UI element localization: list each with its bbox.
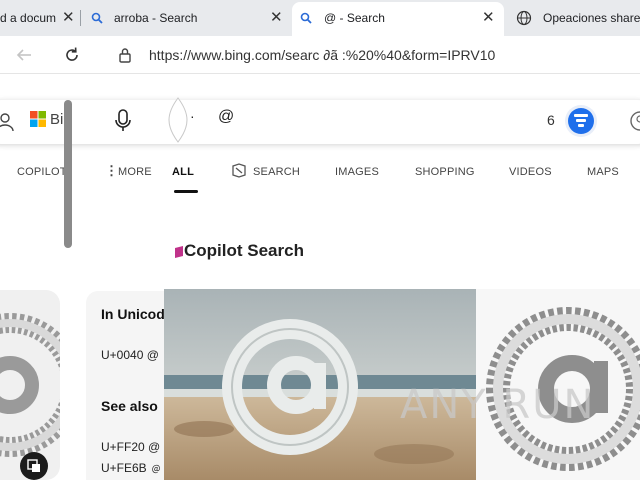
- tab-label: @ - Search: [324, 11, 385, 25]
- search-header: Bi · @ 6: [0, 96, 640, 146]
- nav-all[interactable]: ALL: [172, 166, 194, 178]
- refresh-icon[interactable]: [62, 45, 82, 65]
- nav-videos[interactable]: VIDEOS: [509, 166, 552, 178]
- search-input[interactable]: @: [218, 108, 234, 126]
- nav-images[interactable]: IMAGES: [335, 166, 379, 178]
- search-icon: [91, 12, 103, 24]
- unicode-line: U+FE6B ﹫: [101, 461, 163, 475]
- tab-opeaciones[interactable]: Opeaciones shared: [508, 3, 640, 33]
- tab-label: Opeaciones shared: [543, 11, 640, 25]
- unicode-line: U+FF20 @: [101, 440, 161, 454]
- watermark-text: ANY RUN: [400, 382, 596, 428]
- nav-more[interactable]: MORE: [118, 166, 152, 178]
- globe-icon: [516, 10, 532, 26]
- tab-strip: d a docum ✕ arroba - Search ✕ @ - Search…: [0, 0, 640, 36]
- feedback-icon: [27, 459, 40, 472]
- nav-maps[interactable]: MAPS: [587, 166, 619, 178]
- bing-logo-text: Bi: [50, 111, 64, 128]
- back-arrow-icon[interactable]: [14, 45, 34, 65]
- nav-active-indicator: [174, 190, 198, 193]
- scrollbar-thumb[interactable]: [64, 100, 72, 248]
- search-box: [0, 100, 640, 144]
- rewards-count[interactable]: 6: [547, 112, 555, 128]
- copilot-search-icon: [232, 163, 246, 178]
- url-field[interactable]: https://www.bing.com/searc ∂ã :%20%40&fo…: [149, 47, 495, 63]
- lock-icon[interactable]: [117, 46, 133, 64]
- unicode-info-card[interactable]: In Unicod U+0040 @ See also U+FF20 @ U+F…: [86, 291, 166, 480]
- more-dots-icon[interactable]: ⋮: [105, 163, 118, 179]
- profile-icon[interactable]: [0, 112, 14, 132]
- tab-label: arroba - Search: [114, 11, 198, 25]
- close-icon[interactable]: ✕: [270, 10, 283, 25]
- tab-at-search[interactable]: @ - Search ✕: [292, 2, 504, 36]
- address-bar: https://www.bing.com/searc ∂ã :%20%40&fo…: [0, 36, 640, 74]
- microphone-icon[interactable]: [114, 109, 132, 133]
- nav-shopping[interactable]: SHOPPING: [415, 166, 475, 178]
- copilot-icon: [175, 246, 183, 258]
- tab-document[interactable]: d a docum ✕: [0, 3, 80, 33]
- cursor-marker: ·: [190, 108, 195, 124]
- unicode-line: U+0040 @: [101, 348, 159, 362]
- profile-icon[interactable]: [628, 110, 640, 132]
- search-icon: [300, 12, 312, 24]
- feedback-button[interactable]: [20, 452, 48, 480]
- rewards-icon[interactable]: [564, 104, 598, 138]
- see-also-heading: See also: [101, 398, 158, 414]
- nav-search[interactable]: SEARCH: [253, 166, 300, 178]
- close-icon[interactable]: ✕: [62, 10, 75, 25]
- tab-arroba-search[interactable]: arroba - Search ✕: [84, 3, 290, 33]
- tab-label: d a docum: [0, 11, 57, 25]
- nav-copilot[interactable]: COPILOT: [17, 166, 67, 178]
- close-icon[interactable]: ✕: [482, 10, 495, 25]
- unicode-heading: In Unicod: [101, 306, 165, 322]
- microsoft-logo-icon[interactable]: [30, 111, 46, 127]
- copilot-search-title: Copilot Search: [184, 241, 304, 260]
